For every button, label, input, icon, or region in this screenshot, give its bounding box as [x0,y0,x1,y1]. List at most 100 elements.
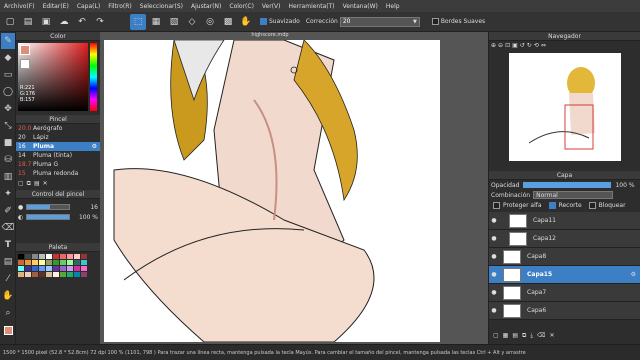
eyedropper-tool-icon[interactable]: ⁄ [1,271,15,287]
menu-capa[interactable]: Capa(L) [77,3,100,10]
palette-swatch[interactable] [74,272,80,277]
brush-tool-icon[interactable]: ✎ [1,33,15,49]
protect-alpha-checkbox[interactable] [493,201,500,209]
brush-size-slider[interactable] [26,204,71,210]
palette-swatch[interactable] [81,266,87,271]
reset-rotation-icon[interactable]: ⟲ [534,42,539,50]
palette-swatch[interactable] [60,272,66,277]
zoom-out-icon[interactable]: ⊖ [498,42,503,50]
palette-swatch[interactable] [46,260,52,265]
antialias-checkbox[interactable] [260,18,267,25]
select-icon[interactable]: ⬚ [130,13,146,30]
eye-icon[interactable]: ● [489,217,499,224]
eraser-tool-icon[interactable]: ◆ [1,50,15,66]
palette-swatch[interactable] [74,266,80,271]
brush-item-selected[interactable]: 16 Pluma ⚙ [16,142,100,151]
merge-layer-icon[interactable]: ⤓ [530,332,533,340]
undo-icon[interactable]: ↶ [74,14,90,30]
palette-swatch[interactable] [32,272,38,277]
palette-swatch[interactable] [67,260,73,265]
move-tool-icon[interactable]: ✥ [1,101,15,117]
palette-swatch[interactable] [39,266,45,271]
fill-tool-icon[interactable]: ■ [1,135,15,151]
layer-row[interactable]: ● Capa6 [489,302,640,320]
clear-layer-icon[interactable]: ⌫ [537,332,545,340]
brush-item[interactable]: 14 Pluma (tinta) [16,151,100,160]
palette-swatch[interactable] [67,272,73,277]
palette-swatch[interactable] [46,254,52,259]
menu-ventana[interactable]: Ventana(W) [343,3,378,10]
stabilizer-icon[interactable]: ◎ [202,14,218,30]
text-tool-icon[interactable]: T [1,237,15,253]
palette-swatch[interactable] [25,260,31,265]
brush-item[interactable]: 18.7 Pluma G [16,160,100,169]
eye-icon[interactable]: ● [489,289,499,296]
palette-swatch[interactable] [53,260,59,265]
menu-color[interactable]: Color(C) [229,3,254,10]
eye-icon[interactable]: ● [489,235,499,242]
menu-help[interactable]: Help [386,3,400,10]
palette-swatch[interactable] [39,272,45,277]
perspective-icon[interactable]: ◇ [184,14,200,30]
lock-checkbox[interactable] [588,201,596,209]
palette-swatch[interactable] [18,272,24,277]
layer-row[interactable]: ● Capa7 [489,284,640,302]
delete-brush-icon[interactable]: ✕ [43,180,48,188]
fit-icon[interactable]: ⊡ [505,42,510,50]
current-color-swatch[interactable] [20,45,30,55]
rotate-right-icon[interactable]: ↻ [527,42,532,50]
new-file-icon[interactable]: ▢ [2,14,18,30]
hand-icon[interactable]: ✋ [238,14,254,30]
foreground-color-swatch[interactable] [1,322,15,338]
palette-swatch[interactable] [53,272,59,277]
eye-icon[interactable]: ● [489,271,499,278]
magic-wand-tool-icon[interactable]: ✦ [1,186,15,202]
palette-swatch[interactable] [60,266,66,271]
palette-swatch[interactable] [53,266,59,271]
palette-swatch[interactable] [32,266,38,271]
copy-brush-icon[interactable]: ⧉ [27,180,31,188]
gear-icon[interactable]: ⚙ [631,271,636,278]
add-brush-icon[interactable]: ▢ [18,180,24,188]
eye-icon[interactable]: ● [489,307,499,314]
rect-select-tool-icon[interactable]: ▭ [1,67,15,83]
brush-item[interactable]: 20 Lápiz [16,133,100,142]
gradient-tool-icon[interactable]: ▥ [1,169,15,185]
palette-swatch[interactable] [67,266,73,271]
brush-item[interactable]: 15 Pluma redonda [16,169,100,178]
hue-slider[interactable] [90,43,97,111]
layer-row-selected[interactable]: ● Capa15 ⚙ [489,266,640,284]
zoom-tool-icon[interactable]: ⌕ [1,305,15,321]
menu-ver[interactable]: Ver(V) [262,3,281,10]
soft-edges-checkbox[interactable] [431,18,439,25]
palette-swatch[interactable] [25,266,31,271]
palette-swatch[interactable] [25,272,31,277]
folder-icon[interactable]: ▤ [34,180,40,188]
menu-herramienta[interactable]: Herramienta(T) [289,3,335,10]
grid-icon[interactable]: ▦ [148,14,164,30]
divide-tool-icon[interactable]: ▤ [1,254,15,270]
menu-filtro[interactable]: Filtro(R) [108,3,132,10]
layer-opacity-slider[interactable] [523,182,612,188]
palette-swatch[interactable] [18,260,24,265]
select-eraser-tool-icon[interactable]: ⌫ [1,220,15,236]
save-icon[interactable]: ▣ [38,14,54,30]
palette-swatch[interactable] [39,260,45,265]
open-file-icon[interactable]: ▤ [20,14,36,30]
palette-swatch[interactable] [46,266,52,271]
palette-swatch[interactable] [18,266,24,271]
palette-swatch[interactable] [81,272,87,277]
new-folder-icon[interactable]: ▤ [512,332,518,340]
delete-layer-icon[interactable]: ✕ [549,332,554,340]
palette-swatch[interactable] [74,254,80,259]
select-pen-tool-icon[interactable]: ✐ [1,203,15,219]
layer-row[interactable]: ● Capa12 [489,230,640,248]
menu-ajustar[interactable]: Ajustar(N) [191,3,221,10]
drawing-canvas[interactable] [104,40,440,342]
menu-editar[interactable]: Editar(E) [43,3,69,10]
palette-swatch[interactable] [67,254,73,259]
transform-tool-icon[interactable]: ⤡ [1,118,15,134]
bucket-tool-icon[interactable]: ⛁ [1,152,15,168]
palette-swatch[interactable] [32,260,38,265]
palette-swatch[interactable] [60,260,66,265]
